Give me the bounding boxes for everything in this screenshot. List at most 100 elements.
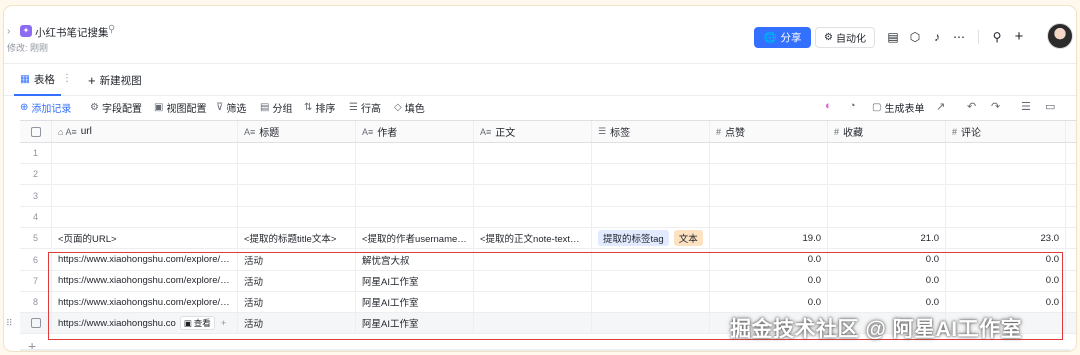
view-link-button[interactable]: ▣ 查看 bbox=[179, 316, 215, 331]
more-icon[interactable]: ⋯ bbox=[950, 28, 968, 46]
pin-icon[interactable]: ⚲ bbox=[108, 24, 115, 35]
author-cell[interactable] bbox=[356, 164, 474, 185]
row-number-cell[interactable]: ⠿ bbox=[6, 313, 52, 334]
title-cell[interactable]: 活动 bbox=[238, 270, 356, 291]
search-icon[interactable]: ⚲ bbox=[988, 28, 1006, 46]
table-row[interactable]: 7 https://www.xiaohongshu.com/explore/… 活动… bbox=[20, 270, 1076, 292]
row-number-cell[interactable]: 4 bbox=[20, 206, 52, 227]
column-header-url[interactable]: ⌂ A≡ url bbox=[52, 121, 238, 142]
url-cell[interactable]: <页面的URL> bbox=[52, 228, 238, 249]
body-cell[interactable] bbox=[474, 292, 592, 313]
url-cell[interactable] bbox=[52, 206, 238, 227]
table-row[interactable]: 8 https://www.xiaohongshu.com/explore/… 活动… bbox=[20, 292, 1076, 314]
column-header-tags[interactable]: ☰ 标签 bbox=[592, 121, 710, 142]
table-row[interactable]: 3 bbox=[20, 185, 1076, 207]
back-chevron-icon[interactable]: › bbox=[7, 26, 10, 37]
comments-cell[interactable]: 0.0 bbox=[946, 249, 1066, 270]
url-cell[interactable]: https://www.xiaohongshu.com/explore/… bbox=[52, 270, 238, 291]
share-button[interactable]: 🌐 分享 bbox=[754, 27, 811, 48]
tags-cell[interactable] bbox=[592, 185, 710, 206]
table-row[interactable]: 5 <页面的URL> <提取的标题title文本> <提取的作者username… <提… bbox=[20, 228, 1076, 250]
row-height-button[interactable]: ☰ 行高 bbox=[349, 100, 381, 115]
column-header-favorites[interactable]: # 收藏 bbox=[828, 121, 946, 142]
body-cell[interactable]: <提取的正文note-text… bbox=[474, 228, 592, 249]
favorites-cell[interactable]: 21.0 bbox=[828, 228, 946, 249]
row-number-cell[interactable]: 5 bbox=[20, 228, 52, 249]
column-header-likes[interactable]: # 点赞 bbox=[710, 121, 828, 142]
comments-cell[interactable] bbox=[946, 185, 1066, 206]
row-number-cell[interactable]: 3 bbox=[20, 185, 52, 206]
history-icon[interactable]: ◔ bbox=[849, 100, 856, 112]
comments-cell[interactable]: 0.0 bbox=[946, 270, 1066, 291]
automation-button[interactable]: ⚙ 自动化 bbox=[815, 27, 875, 48]
form-icon[interactable]: ▤ bbox=[884, 28, 902, 46]
favorites-cell[interactable] bbox=[828, 185, 946, 206]
url-cell[interactable] bbox=[52, 164, 238, 185]
body-cell[interactable] bbox=[474, 143, 592, 163]
url-cell[interactable]: https://www.xiaohongshu.com/explore/… bbox=[52, 292, 238, 313]
likes-cell[interactable]: 0.0 bbox=[710, 249, 828, 270]
body-cell[interactable] bbox=[474, 185, 592, 206]
title-cell[interactable]: 活动 bbox=[238, 313, 356, 334]
row-number-cell[interactable]: 8 bbox=[20, 292, 52, 313]
group-button[interactable]: ▤ 分组 bbox=[260, 100, 292, 115]
generate-form-button[interactable]: ▢ 生成表单 bbox=[872, 100, 924, 115]
favorites-cell[interactable]: 0.0 bbox=[828, 292, 946, 313]
body-cell[interactable] bbox=[474, 270, 592, 291]
list-settings-icon[interactable]: ☰ bbox=[1021, 100, 1031, 113]
puzzle-icon[interactable]: ⬡ bbox=[906, 28, 924, 46]
row-number-cell[interactable]: 2 bbox=[20, 164, 52, 185]
favorites-cell[interactable] bbox=[828, 143, 946, 163]
table-row[interactable]: 6 https://www.xiaohongshu.com/explore/… 活动… bbox=[20, 249, 1076, 271]
favorites-cell[interactable] bbox=[828, 206, 946, 227]
title-cell[interactable]: <提取的标题title文本> bbox=[238, 228, 356, 249]
tags-cell[interactable] bbox=[592, 292, 710, 313]
document-title[interactable]: 小红书笔记搜集 bbox=[35, 25, 109, 40]
author-cell[interactable] bbox=[356, 143, 474, 163]
comments-cell[interactable]: 23.0 bbox=[946, 228, 1066, 249]
favorites-cell[interactable]: 0.0 bbox=[828, 270, 946, 291]
comments-cell[interactable]: 0.0 bbox=[946, 292, 1066, 313]
tags-cell[interactable] bbox=[592, 206, 710, 227]
column-header-comments[interactable]: # 评论 bbox=[946, 121, 1066, 142]
tab-grid-view[interactable]: ▦ 表格 bbox=[14, 64, 61, 96]
filter-button[interactable]: ⊽ 筛选 bbox=[216, 100, 246, 115]
row-number-cell[interactable]: 1 bbox=[20, 143, 52, 163]
body-cell[interactable] bbox=[474, 249, 592, 270]
favorites-cell[interactable] bbox=[828, 164, 946, 185]
comment-icon[interactable]: ▭ bbox=[1045, 100, 1055, 113]
tags-cell[interactable] bbox=[592, 313, 710, 334]
undo-icon[interactable]: ↶ bbox=[967, 100, 976, 113]
tab-more-icon[interactable]: ⋮ bbox=[62, 73, 72, 84]
table-row[interactable]: 1 bbox=[20, 143, 1076, 164]
avatar[interactable] bbox=[1047, 23, 1073, 49]
likes-cell[interactable]: 19.0 bbox=[710, 228, 828, 249]
column-header-title[interactable]: A≡ 标题 bbox=[238, 121, 356, 142]
favorites-cell[interactable]: 0.0 bbox=[828, 249, 946, 270]
comments-cell[interactable] bbox=[946, 143, 1066, 163]
table-row[interactable]: 2 bbox=[20, 164, 1076, 186]
likes-cell[interactable]: 0.0 bbox=[710, 292, 828, 313]
row-number-cell[interactable]: 6 bbox=[20, 249, 52, 270]
column-header-author[interactable]: A≡ 作者 bbox=[356, 121, 474, 142]
author-cell[interactable] bbox=[356, 185, 474, 206]
view-config-button[interactable]: ▣ 视图配置 bbox=[154, 100, 206, 115]
expand-plus-icon[interactable]: + bbox=[221, 318, 227, 329]
likes-cell[interactable] bbox=[710, 164, 828, 185]
share-arrow-icon[interactable]: ↗ bbox=[936, 100, 945, 113]
tags-cell[interactable]: 提取的标签tag 文本 bbox=[592, 228, 710, 249]
column-header-body[interactable]: A≡ 正文 bbox=[474, 121, 592, 142]
author-cell[interactable] bbox=[356, 206, 474, 227]
likes-cell[interactable] bbox=[710, 143, 828, 163]
row-checkbox[interactable] bbox=[30, 318, 41, 329]
body-cell[interactable] bbox=[474, 164, 592, 185]
title-cell[interactable] bbox=[238, 143, 356, 163]
author-cell[interactable]: 阿星AI工作室 bbox=[356, 270, 474, 291]
palette-icon[interactable]: ◐ bbox=[825, 100, 832, 112]
add-record-button[interactable]: ⊕ 添加记录 bbox=[20, 100, 71, 115]
drag-handle-icon[interactable]: ⠿ bbox=[6, 318, 13, 329]
tags-cell[interactable] bbox=[592, 143, 710, 163]
table-row[interactable]: 4 bbox=[20, 206, 1076, 228]
url-cell[interactable]: https://www.xiaohongshu.com/explore/… bbox=[52, 249, 238, 270]
new-view-button[interactable]: + 新建视图 bbox=[88, 73, 142, 88]
